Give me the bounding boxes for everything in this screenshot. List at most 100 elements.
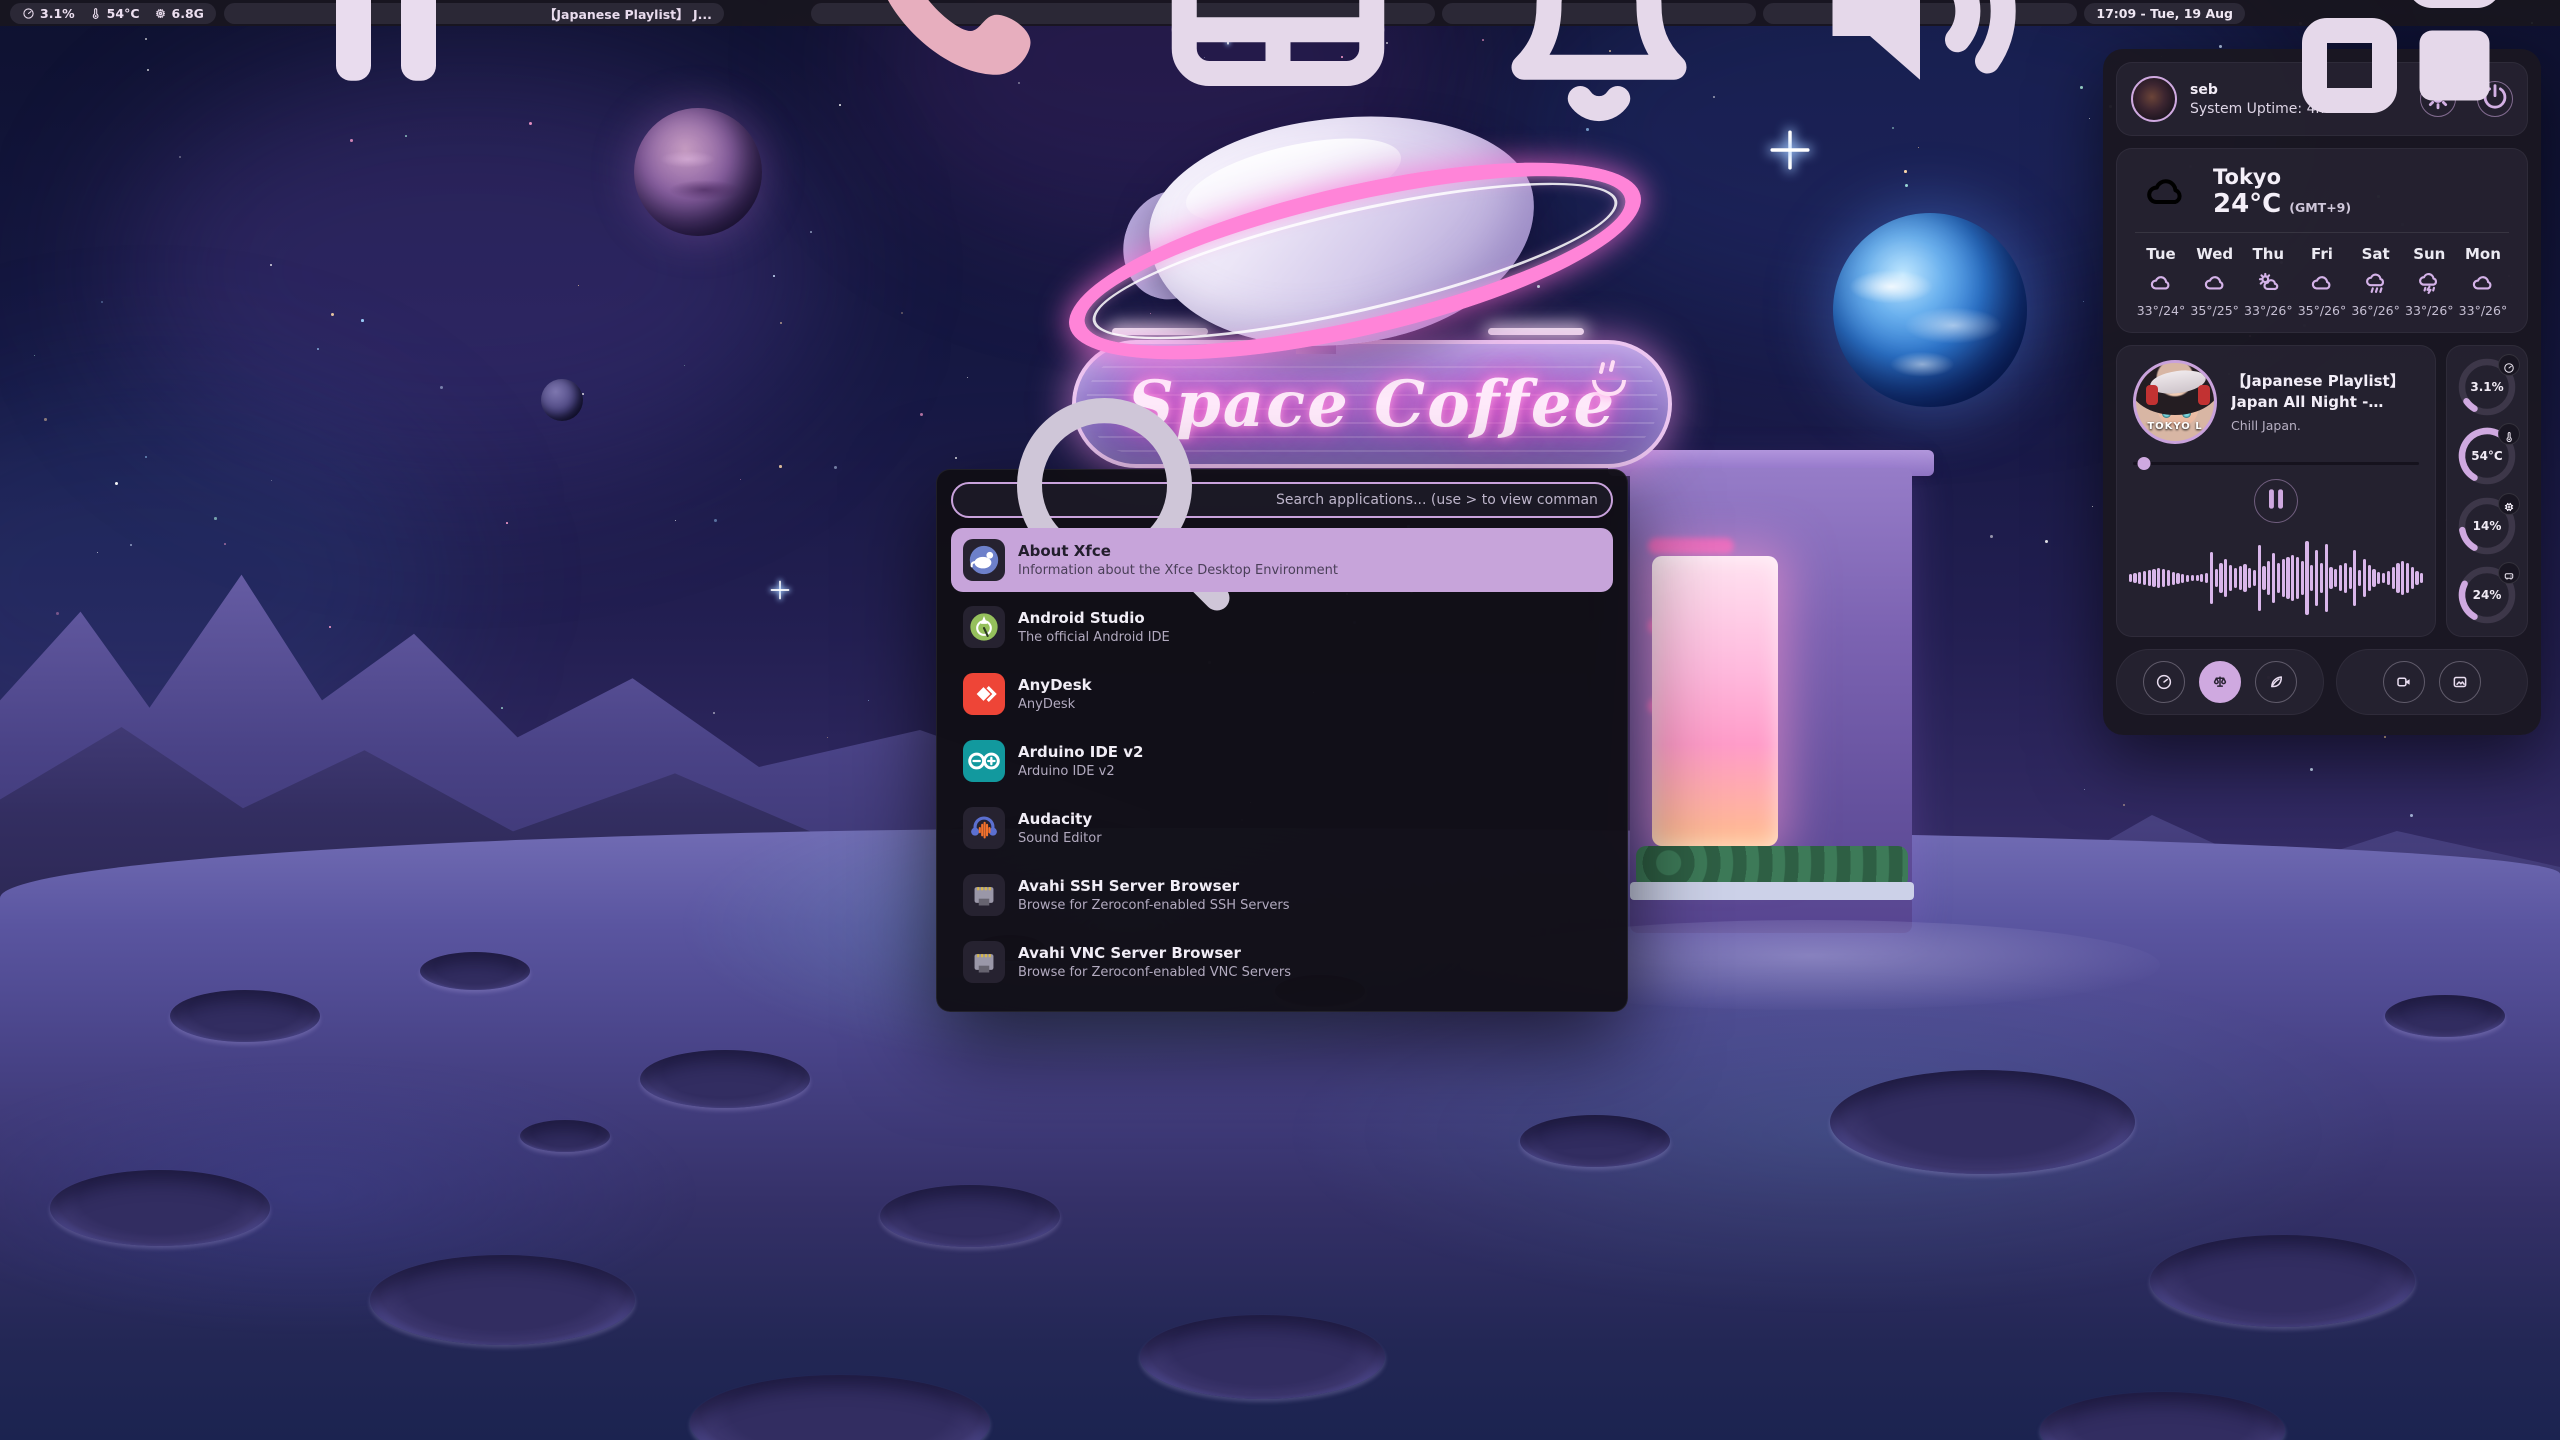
visualizer-bar <box>2258 545 2261 611</box>
visualizer-bar <box>2253 570 2256 586</box>
notifications-button[interactable] <box>1442 3 1756 24</box>
app-description: Sound Editor <box>1018 831 1102 846</box>
visualizer-bar <box>2248 568 2251 588</box>
screen-record-button[interactable] <box>2383 661 2425 703</box>
search-input[interactable] <box>1276 492 1597 508</box>
search-bar[interactable] <box>951 482 1613 518</box>
visualizer-bar <box>2215 569 2218 587</box>
visualizer-bar <box>2229 565 2232 591</box>
visualizer-bar <box>2411 567 2414 589</box>
system-stats-pill[interactable]: 3.1%54°C6.8G <box>10 3 216 24</box>
visualizer-bar <box>2344 563 2347 593</box>
tray-pill[interactable] <box>811 3 1435 24</box>
bell-icon <box>1449 0 1749 165</box>
app-grid-button[interactable] <box>2252 0 2552 165</box>
volume-icon <box>1770 0 2070 165</box>
videocam-icon <box>2395 673 2413 691</box>
system-stat: 54°C <box>89 6 140 21</box>
app-description: AnyDesk <box>1018 697 1092 712</box>
call-icon[interactable] <box>818 0 1118 165</box>
visualizer-bar <box>2200 574 2203 582</box>
profile-balanced-button[interactable] <box>2199 661 2241 703</box>
coffee-shop-window <box>1652 556 1778 846</box>
visualizer-bar <box>2219 563 2222 593</box>
forecast-day: Thu33°/26° <box>2242 245 2294 318</box>
app-list-item[interactable]: Audacity Sound Editor <box>951 796 1613 860</box>
app-grid-icon <box>2252 0 2552 165</box>
visualizer-bar <box>2162 569 2165 587</box>
visualizer-bar <box>2181 574 2184 583</box>
visualizer-bar <box>2353 550 2356 606</box>
clock[interactable]: 17:09 - Tue, 19 Aug <box>2084 3 2245 24</box>
app-list-item[interactable]: Arduino IDE v2Arduino IDE v2 <box>951 729 1613 793</box>
cloud-icon <box>2308 270 2336 296</box>
volume-button[interactable] <box>1763 3 2077 24</box>
seek-knob[interactable] <box>2138 457 2151 470</box>
app-description: The official Android IDE <box>1018 630 1170 645</box>
visualizer-bar <box>2272 553 2275 603</box>
visualizer-bar <box>2186 575 2189 582</box>
visualizer-bar <box>2329 567 2332 589</box>
screenshot-icon <box>2451 673 2469 691</box>
visualizer-bar <box>2129 574 2132 582</box>
chip-icon <box>154 7 167 20</box>
screenshot-button[interactable] <box>2439 661 2481 703</box>
visualizer-bar <box>2282 559 2285 597</box>
app-description: Information about the Xfce Desktop Envir… <box>1018 563 1338 578</box>
thermometer-icon <box>89 7 102 20</box>
forecast-day: Tue33°/24° <box>2135 245 2187 318</box>
power-profile-group <box>2116 649 2324 715</box>
visualizer-bar <box>2205 573 2208 583</box>
visualizer-bar <box>2406 563 2409 593</box>
media-player-widget: TOKYO L 【Japanese Playlist】 Japan All Ni… <box>2116 345 2436 637</box>
visualizer-bar <box>2172 572 2175 585</box>
app-name: Avahi VNC Server Browser <box>1018 944 1291 962</box>
app-list-item[interactable]: Android StudioThe official Android IDE <box>951 595 1613 659</box>
visualizer-bar <box>2196 575 2199 581</box>
visualizer-bar <box>2396 563 2399 593</box>
top-bar: 3.1%54°C6.8G 【Japanese Playlist】 J... 17… <box>0 0 2560 26</box>
touchpad-icon[interactable] <box>1128 0 1428 165</box>
app-list-item[interactable]: AnyDeskAnyDesk <box>951 662 1613 726</box>
app-list-item[interactable]: About XfceInformation about the Xfce Des… <box>951 528 1613 592</box>
cloud-icon <box>2469 270 2497 296</box>
network-app-icon <box>963 874 1005 916</box>
visualizer-bar <box>2224 559 2227 597</box>
seek-bar[interactable] <box>2133 457 2419 470</box>
purple-planet <box>634 108 762 236</box>
small-moon <box>541 379 583 421</box>
visualizer-bar <box>2143 571 2146 585</box>
visualizer-bar <box>2133 573 2136 583</box>
pause-icon <box>236 0 536 165</box>
profile-performance-button[interactable] <box>2143 661 2185 703</box>
visualizer-bar <box>2210 552 2213 604</box>
weather-forecast: Tue33°/24°Wed35°/25°Thu33°/26°Fri35°/26°… <box>2135 245 2509 318</box>
album-art[interactable]: TOKYO L <box>2133 360 2217 444</box>
profile-powersave-button[interactable] <box>2255 661 2297 703</box>
visualizer-bar <box>2191 575 2194 581</box>
visualizer-bar <box>2157 568 2160 588</box>
visualizer-bar <box>2296 557 2299 599</box>
app-list-item[interactable]: Avahi SSH Server BrowserBrowse for Zeroc… <box>951 863 1613 927</box>
gauge: 54°C <box>2456 425 2518 487</box>
visualizer-bar <box>2310 565 2313 591</box>
visualizer-bar <box>2315 550 2318 606</box>
cloud-icon <box>2201 270 2229 296</box>
visualizer-bar <box>2243 564 2246 592</box>
app-name: Audacity <box>1018 810 1102 828</box>
now-playing-label: 【Japanese Playlist】 J... <box>544 4 712 23</box>
leaf-icon <box>2267 673 2285 691</box>
play-pause-button[interactable] <box>2254 479 2298 523</box>
gauge-icon <box>2155 673 2173 691</box>
gauge: 14% <box>2456 495 2518 557</box>
clock-label: 17:09 - Tue, 19 Aug <box>2096 6 2233 21</box>
partly-sunny-icon <box>2254 270 2282 296</box>
forecast-day: Sun33°/26° <box>2403 245 2455 318</box>
app-list-item[interactable]: Avahi VNC Server BrowserBrowse for Zeroc… <box>951 930 1613 994</box>
weather-temp: 24°C <box>2213 189 2281 219</box>
now-playing-pill[interactable]: 【Japanese Playlist】 J... <box>224 3 724 24</box>
visualizer-bar <box>2401 561 2404 595</box>
visualizer-bar <box>2325 544 2328 612</box>
system-stat: 3.1% <box>22 6 75 21</box>
system-gauges: 3.1%54°C14%24% <box>2446 345 2528 637</box>
